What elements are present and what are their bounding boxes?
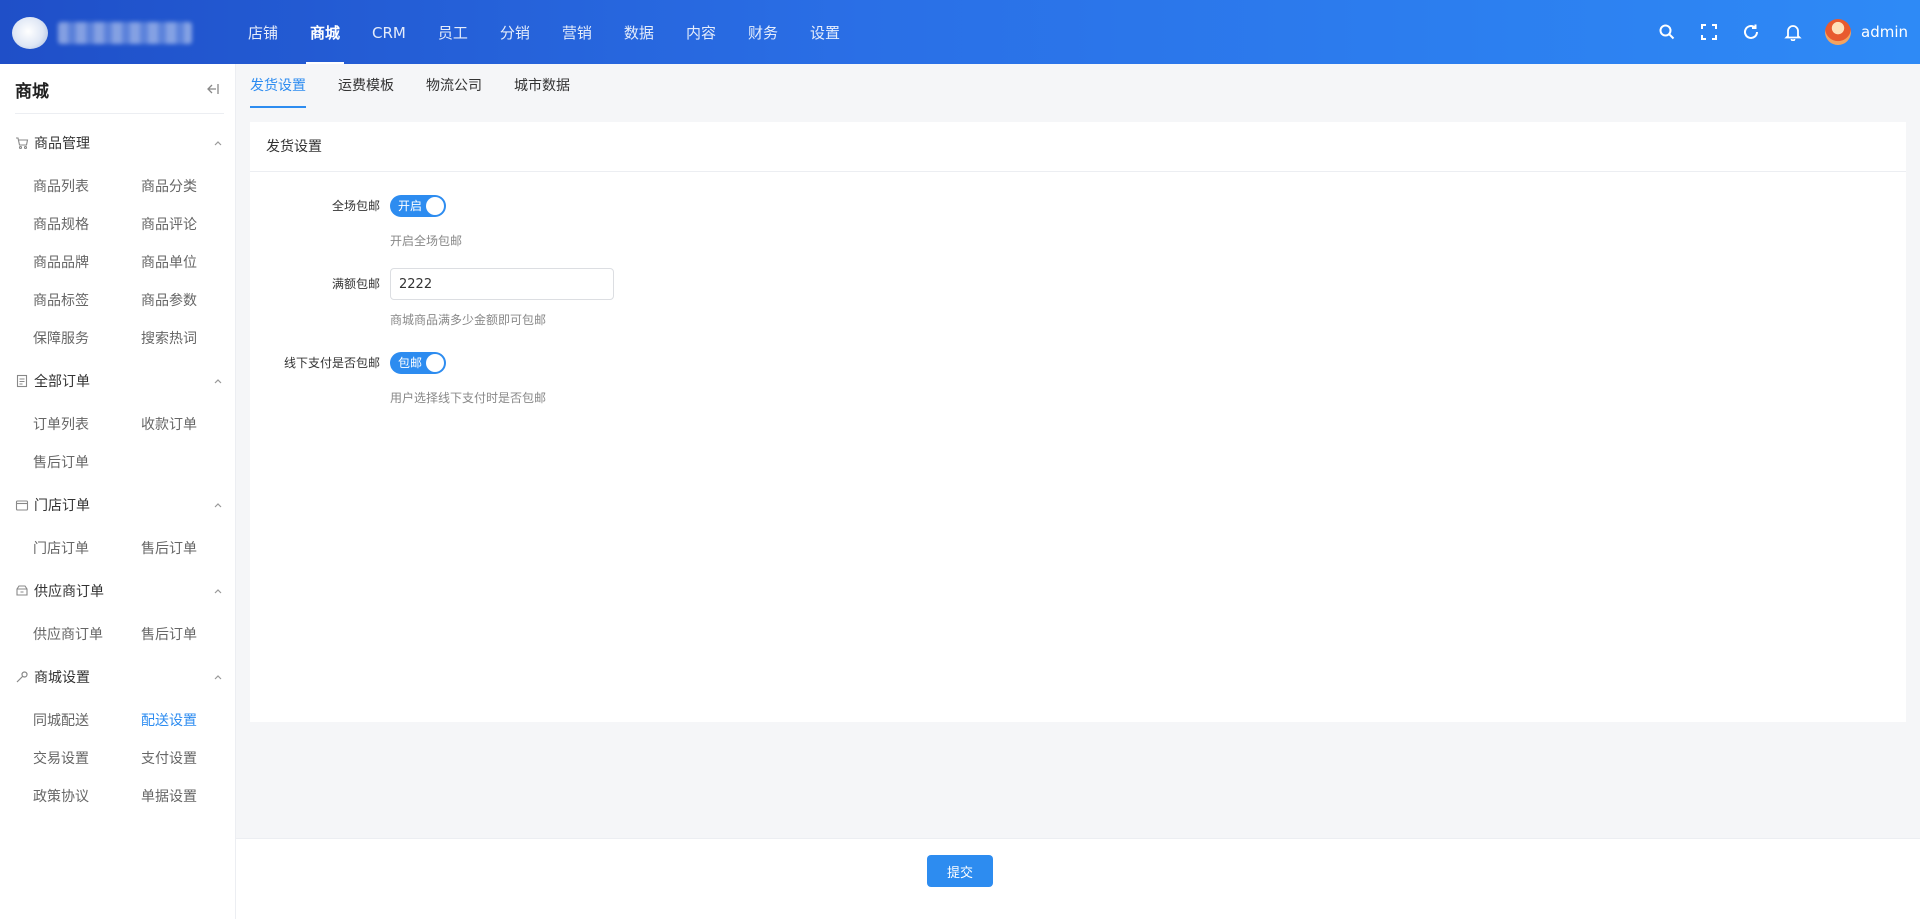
- cart-icon: [15, 136, 29, 150]
- nav-item-crm[interactable]: CRM: [356, 0, 422, 64]
- sidebar-group-products: 商品管理 商品列表 商品分类 商品规格 商品评论 商品品牌 商品单位 商品标签 …: [15, 133, 224, 347]
- collapse-sidebar-icon[interactable]: [204, 81, 220, 97]
- sidebar-item-payment-settings[interactable]: 支付设置: [141, 748, 197, 768]
- tab-shipping-settings[interactable]: 发货设置: [250, 64, 306, 108]
- document-icon: [15, 374, 29, 388]
- nav-item-staff[interactable]: 员工: [422, 0, 484, 64]
- logo-text-blurred: [58, 22, 192, 44]
- refresh-icon[interactable]: [1741, 22, 1761, 42]
- group-header[interactable]: 全部订单: [15, 371, 224, 391]
- nav-item-store[interactable]: 店铺: [232, 0, 294, 64]
- sidebar-item-hot-search[interactable]: 搜索热词: [141, 328, 197, 348]
- logo[interactable]: [12, 17, 48, 49]
- nav-item-distribution[interactable]: 分销: [484, 0, 546, 64]
- sidebar-item-store-orders[interactable]: 门店订单: [33, 538, 89, 558]
- bell-icon[interactable]: [1783, 22, 1803, 42]
- group-title: 供应商订单: [34, 584, 104, 600]
- tab-city-data[interactable]: 城市数据: [514, 64, 570, 108]
- nav-item-content[interactable]: 内容: [670, 0, 732, 64]
- sidebar-group-mall-settings: 商城设置 同城配送 配送设置 交易设置 支付设置 政策协议 单据设置: [15, 667, 224, 805]
- threshold-label: 满额包邮: [331, 277, 380, 291]
- top-nav: 店铺 商城 CRM 员工 分销 营销 数据 内容 财务 设置: [232, 0, 856, 64]
- nav-item-data[interactable]: 数据: [608, 0, 670, 64]
- group-title: 门店订单: [34, 498, 90, 514]
- sidebar-header: 商城: [15, 64, 224, 114]
- chevron-up-icon[interactable]: [212, 499, 224, 511]
- sidebar-item-document-settings[interactable]: 单据设置: [141, 786, 197, 806]
- group-header[interactable]: 供应商订单: [15, 581, 224, 601]
- form-footer: 提交: [236, 838, 1920, 919]
- supplier-icon: [15, 584, 29, 598]
- sidebar-item-guarantee[interactable]: 保障服务: [33, 328, 89, 348]
- sidebar-title: 商城: [15, 82, 49, 102]
- shop-icon: [15, 498, 29, 512]
- threshold-amount-input[interactable]: [390, 268, 614, 300]
- settings-tabs: 发货设置 运费模板 物流公司 城市数据: [250, 64, 602, 108]
- sidebar-group-store-orders: 门店订单 门店订单 售后订单: [15, 495, 224, 557]
- user-name[interactable]: admin: [1861, 23, 1908, 41]
- switch-text: 开启: [398, 199, 423, 213]
- group-title: 商品管理: [34, 136, 90, 152]
- nav-item-settings[interactable]: 设置: [794, 0, 856, 64]
- group-title: 商城设置: [34, 670, 90, 686]
- submit-button[interactable]: 提交: [927, 855, 993, 887]
- nav-item-marketing[interactable]: 营销: [546, 0, 608, 64]
- sidebar-item-policy[interactable]: 政策协议: [33, 786, 89, 806]
- sidebar-item-product-list[interactable]: 商品列表: [33, 176, 89, 196]
- offline-payment-hint: 用户选择线下支付时是否包邮: [390, 391, 547, 405]
- chevron-up-icon[interactable]: [212, 671, 224, 683]
- tab-freight-template[interactable]: 运费模板: [338, 64, 394, 108]
- sidebar-item-supplier-aftersale[interactable]: 售后订单: [141, 624, 197, 644]
- switch-knob: [426, 197, 444, 215]
- sidebar-item-store-aftersale[interactable]: 售后订单: [141, 538, 197, 558]
- nav-item-mall[interactable]: 商城: [294, 0, 356, 64]
- chevron-up-icon[interactable]: [212, 137, 224, 149]
- header-actions: admin: [1635, 0, 1908, 64]
- nav-item-finance[interactable]: 财务: [732, 0, 794, 64]
- avatar[interactable]: [1825, 19, 1851, 45]
- group-header[interactable]: 门店订单: [15, 495, 224, 515]
- threshold-hint: 商城商品满多少金额即可包邮: [390, 313, 547, 327]
- chevron-up-icon[interactable]: [212, 585, 224, 597]
- sidebar-group-supplier-orders: 供应商订单 供应商订单 售后订单: [15, 581, 224, 643]
- sidebar-item-product-brand[interactable]: 商品品牌: [33, 252, 89, 272]
- sidebar-item-trade-settings[interactable]: 交易设置: [33, 748, 89, 768]
- sidebar-item-product-param[interactable]: 商品参数: [141, 290, 197, 310]
- offline-payment-switch[interactable]: 包邮: [390, 352, 446, 374]
- group-header[interactable]: 商品管理: [15, 133, 224, 153]
- top-header: 店铺 商城 CRM 员工 分销 营销 数据 内容 财务 设置 admin: [0, 0, 1920, 64]
- offline-payment-label: 线下支付是否包邮: [283, 356, 380, 370]
- switch-text: 包邮: [398, 356, 423, 370]
- free-shipping-switch[interactable]: 开启: [390, 195, 446, 217]
- sidebar-item-product-spec[interactable]: 商品规格: [33, 214, 89, 234]
- sidebar-item-product-category[interactable]: 商品分类: [141, 176, 197, 196]
- sidebar: 商城 商品管理 商品列表 商品分类 商品规格 商品评论 商品品牌 商品单位 商品…: [0, 64, 236, 919]
- group-header[interactable]: 商城设置: [15, 667, 224, 687]
- tab-logistics-company[interactable]: 物流公司: [426, 64, 482, 108]
- switch-knob: [426, 354, 444, 372]
- search-icon[interactable]: [1657, 22, 1677, 42]
- free-shipping-label: 全场包邮: [331, 199, 380, 213]
- card-title: 发货设置: [250, 122, 1906, 172]
- wrench-icon: [15, 670, 29, 684]
- sidebar-item-order-list[interactable]: 订单列表: [33, 414, 89, 434]
- sidebar-item-local-delivery[interactable]: 同城配送: [33, 710, 89, 730]
- shipping-settings-card: 发货设置 全场包邮 开启 开启全场包邮 满额包邮 商城商品满多少金额即可包邮 线…: [250, 122, 1906, 722]
- sidebar-item-product-tag[interactable]: 商品标签: [33, 290, 89, 310]
- group-title: 全部订单: [34, 374, 90, 390]
- sidebar-item-delivery-settings[interactable]: 配送设置: [141, 710, 197, 730]
- sidebar-item-supplier-orders[interactable]: 供应商订单: [33, 624, 103, 644]
- free-shipping-hint: 开启全场包邮: [390, 234, 463, 248]
- sidebar-item-payment-orders[interactable]: 收款订单: [141, 414, 197, 434]
- chevron-up-icon[interactable]: [212, 375, 224, 387]
- sidebar-item-product-unit[interactable]: 商品单位: [141, 252, 197, 272]
- sidebar-item-product-review[interactable]: 商品评论: [141, 214, 197, 234]
- sidebar-item-aftersale-orders[interactable]: 售后订单: [33, 452, 89, 472]
- sidebar-group-orders: 全部订单 订单列表 收款订单 售后订单: [15, 371, 224, 471]
- fullscreen-icon[interactable]: [1699, 22, 1719, 42]
